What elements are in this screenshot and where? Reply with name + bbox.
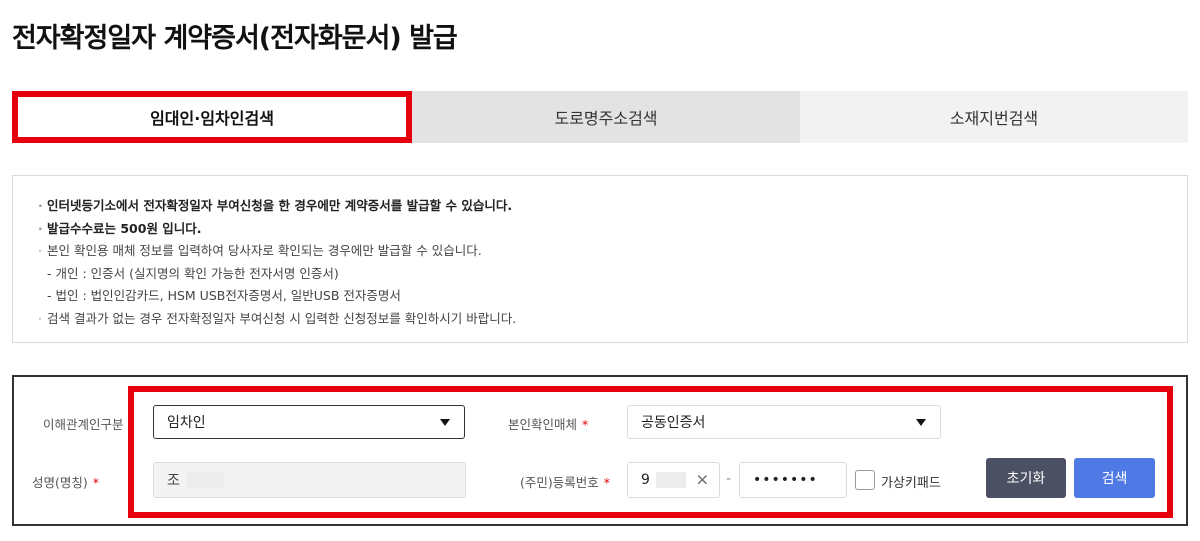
- reset-button[interactable]: 초기화: [986, 458, 1066, 498]
- name-input[interactable]: 조: [153, 462, 466, 498]
- notice-item: · 발급수수료는 500원 입니다.: [38, 218, 1187, 241]
- regno-label: (주민)등록번호 *: [520, 475, 611, 490]
- notice-item: · 검색 결과가 없는 경우 전자확정일자 부여신청 시 입력한 신청정보를 확인…: [38, 308, 1187, 331]
- name-label: 성명(명칭) *: [32, 475, 100, 490]
- regno-separator: -: [726, 471, 732, 487]
- notice-item: · 인터넷등기소에서 전자확정일자 부여신청을 한 경우에만 계약증서를 발급할 …: [38, 195, 1187, 218]
- relation-select[interactable]: 임차인: [153, 405, 465, 439]
- chevron-down-icon: [440, 419, 450, 426]
- bullet-icon: ·: [38, 310, 42, 326]
- virtual-keypad-checkbox[interactable]: [855, 470, 875, 490]
- tab-lot-number-search[interactable]: 소재지번검색: [800, 91, 1188, 143]
- notice-box: · 인터넷등기소에서 전자확정일자 부여신청을 한 경우에만 계약증서를 발급할 …: [12, 175, 1188, 343]
- notice-item: - 법인 : 법인인감카드, HSM USB전자증명서, 일반USB 전자증명서: [47, 288, 401, 303]
- bullet-icon: ·: [38, 220, 43, 236]
- chevron-down-icon: [916, 419, 926, 426]
- redacted-block: [655, 472, 686, 488]
- page-title: 전자확정일자 계약증서(전자화문서) 발급: [12, 23, 458, 54]
- regno-back-input[interactable]: •••••••: [739, 462, 847, 498]
- bullet-icon: ·: [38, 198, 43, 213]
- tab-road-address-search[interactable]: 도로명주소검색: [412, 91, 800, 143]
- auth-media-select[interactable]: 공동인증서: [627, 405, 941, 439]
- virtual-keypad-label: 가상키패드: [881, 476, 941, 491]
- auth-media-label: 본인확인매체 *: [508, 417, 589, 432]
- relation-label: 이해관계인구분: [43, 417, 124, 432]
- notice-item: · 본인 확인용 매체 정보를 입력하여 당사자로 확인되는 경우에만 발급할 수…: [38, 240, 1187, 263]
- close-icon[interactable]: ✕: [696, 471, 709, 490]
- bullet-icon: ·: [38, 243, 42, 258]
- search-form: [12, 375, 1188, 526]
- tab-party-search[interactable]: 임대인·임차인검색: [12, 91, 412, 143]
- regno-front-input[interactable]: 9 ✕: [627, 462, 720, 498]
- notice-item: - 개인 : 인증서 (실지명의 확인 가능한 전자서명 인증서): [47, 265, 339, 281]
- search-tabs: 임대인·임차인검색 도로명주소검색 소재지번검색: [12, 91, 1188, 143]
- search-button[interactable]: 검색: [1074, 458, 1155, 498]
- redacted-block: [185, 472, 224, 488]
